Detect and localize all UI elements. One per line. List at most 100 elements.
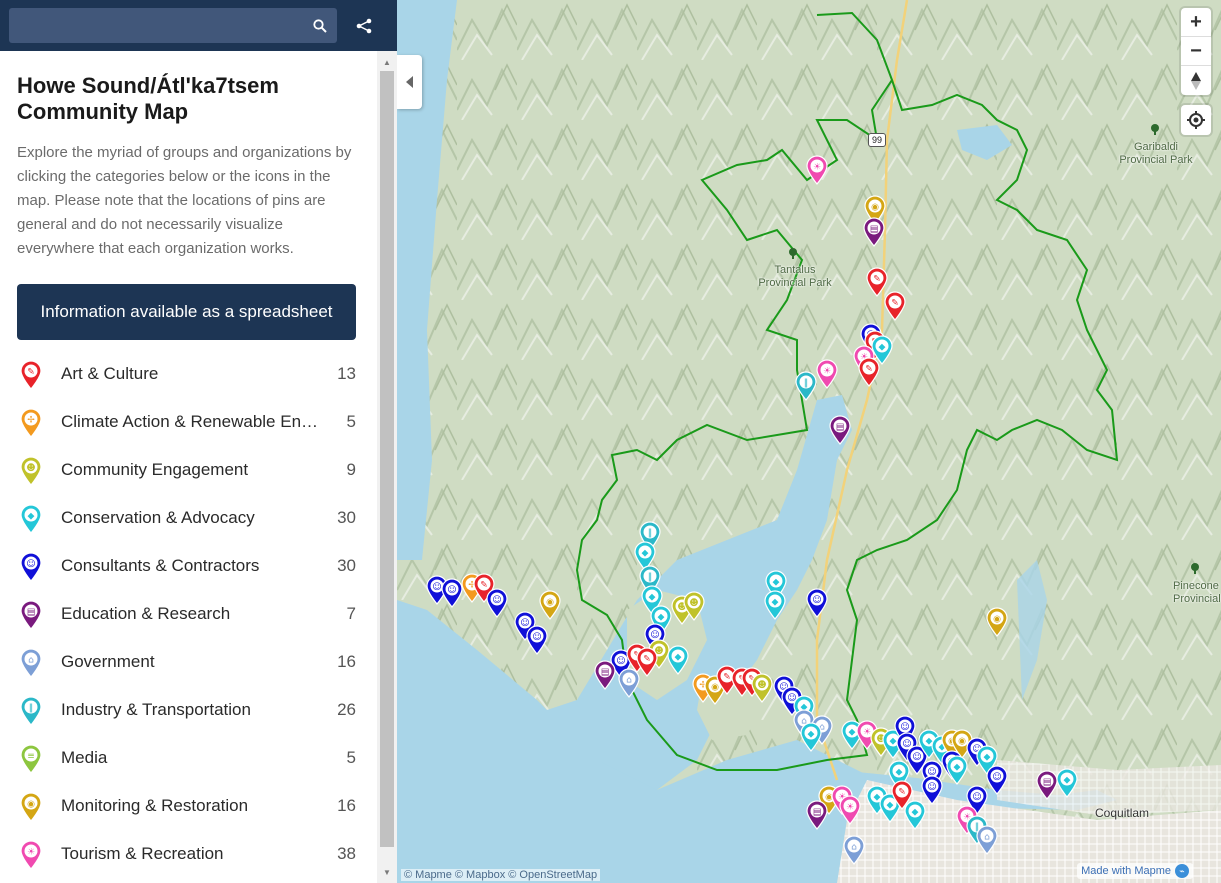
category-label: Monitoring & Restoration [61,796,249,815]
map-pin-sunset[interactable]: ☀ [805,155,829,185]
category-label: Media [61,748,108,767]
map-pin-building[interactable]: ⌂ [617,668,641,698]
map-pin-building[interactable]: ⌂ [975,825,999,855]
map-pin-fish[interactable]: ◆ [799,722,823,752]
svg-text:◉: ◉ [546,598,554,608]
share-button[interactable] [352,14,376,38]
search-input[interactable] [9,17,303,34]
svg-text:▤: ▤ [836,423,845,433]
scrollbar-thumb[interactable] [380,71,394,847]
made-with-mapme-link[interactable]: Made with Mapme ⌁ [1077,863,1193,879]
map-pin-people[interactable]: ☻ [682,591,706,621]
svg-text:✎: ✎ [898,788,906,798]
svg-text:☺: ☺ [992,772,1001,783]
category-list: ✎ Art & Culture 13 ✢ Climate Action & Renewa… [0,350,377,878]
category-item[interactable]: ⌂ Government 16 [0,638,377,686]
category-count: 16 [337,652,356,671]
svg-text:◆: ◆ [642,549,649,559]
svg-text:☀: ☀ [823,367,831,377]
svg-text:◆: ◆ [675,653,682,663]
map-attribution[interactable]: © Mapme © Mapbox © OpenStreetMap [401,869,601,881]
svg-text:✎: ✎ [643,655,651,665]
svg-text:☺: ☺ [927,782,936,793]
map-pin-chat-person[interactable]: ☺ [485,588,509,618]
svg-text:‖: ‖ [648,573,653,583]
map-pin-fish[interactable]: ◆ [1055,768,1079,798]
map-view[interactable]: Tantalus Provincial Park Garibaldi Provi… [397,0,1221,883]
map-pin-chat-person[interactable]: ☺ [920,775,944,805]
svg-text:▤: ▤ [813,808,822,818]
svg-text:▤: ▤ [601,668,610,678]
svg-text:≡: ≡ [27,752,35,762]
category-count: 7 [346,604,356,623]
sidebar: Howe Sound/Átl'ka7tsem Community Map Exp… [0,51,397,883]
svg-text:◆: ◆ [1064,776,1071,786]
category-item[interactable]: ☀ Tourism & Recreation 38 [0,830,377,878]
svg-text:☺: ☺ [900,722,909,733]
map-pin-book[interactable]: ▤ [593,660,617,690]
svg-text:‖: ‖ [29,704,34,714]
scroll-down-arrow-icon[interactable]: ▼ [377,863,397,881]
compass-button[interactable] [1181,66,1211,95]
svg-text:‖: ‖ [648,529,653,539]
category-item[interactable]: ◉ Monitoring & Restoration 16 [0,782,377,830]
svg-text:✢: ✢ [27,416,35,426]
category-item[interactable]: ◆ Conservation & Advocacy 30 [0,494,377,542]
map-description: Explore the myriad of groups and organiz… [17,144,352,257]
map-pin-building[interactable]: ⌂ [842,835,866,865]
category-label: Government [61,652,155,671]
category-item[interactable]: ✢ Climate Action & Renewable Energy 5 [0,398,377,446]
category-item[interactable]: ✎ Art & Culture 13 [0,350,377,398]
map-pin-chat-person[interactable]: ☺ [525,625,549,655]
search-button[interactable] [303,8,337,43]
sunset-icon: ☀ [19,840,43,870]
garibaldi-park-label: Garibaldi Provincial Park [1119,141,1193,166]
category-count: 30 [337,556,356,575]
map-pin-fish[interactable]: ◆ [763,590,787,620]
svg-text:◉: ◉ [993,615,1001,625]
category-item[interactable]: ‖ Industry & Transportation 26 [0,686,377,734]
map-pin-fish[interactable]: ◆ [870,335,894,365]
chat-person-icon: ☺ [19,552,43,582]
svg-text:☺: ☺ [972,792,981,803]
map-pin-fish[interactable]: ◆ [945,755,969,785]
map-pin-monitor[interactable]: ◉ [538,590,562,620]
zoom-out-button[interactable]: − [1181,37,1211,66]
sidebar-scrollbar[interactable]: ▲ ▼ [377,51,397,883]
scroll-up-arrow-icon[interactable]: ▲ [377,53,397,71]
collapse-sidebar-button[interactable] [397,55,422,109]
map-pin-monitor[interactable]: ◉ [985,607,1009,637]
category-item[interactable]: ☺ Consultants & Contractors 30 [0,542,377,590]
svg-text:◆: ◆ [649,593,656,603]
category-item[interactable]: ≡ Media 5 [0,734,377,782]
spreadsheet-button[interactable]: Information available as a spreadsheet [17,284,356,340]
map-pin-sunset[interactable]: ☀ [815,359,839,389]
svg-text:⌂: ⌂ [28,656,34,666]
category-item[interactable]: ☻ Community Engagement 9 [0,446,377,494]
map-pin-book[interactable]: ▤ [862,217,886,247]
map-pin-road[interactable]: ‖ [794,371,818,401]
map-pin-chat-person[interactable]: ☺ [805,588,829,618]
svg-text:◆: ◆ [773,578,780,588]
map-pin-sunset[interactable]: ☀ [838,795,862,825]
svg-text:◆: ◆ [808,730,815,740]
map-pin-book[interactable]: ▤ [828,415,852,445]
svg-text:☺: ☺ [26,559,35,570]
zoom-controls: + − [1181,8,1211,95]
highway-99-shield: 99 [868,133,886,147]
svg-text:⌂: ⌂ [851,843,857,853]
svg-text:◆: ◆ [28,512,35,522]
svg-text:◆: ◆ [984,753,991,763]
map-pin-art[interactable]: ✎ [883,291,907,321]
category-item[interactable]: ▤ Education & Research 7 [0,590,377,638]
map-pin-people[interactable]: ☻ [750,673,774,703]
search-box [9,8,337,43]
svg-text:◉: ◉ [27,800,35,810]
zoom-in-button[interactable]: + [1181,8,1211,37]
locate-button[interactable] [1181,105,1211,135]
map-pin-fish[interactable]: ◆ [666,645,690,675]
map-pin-chat-person[interactable]: ☺ [985,765,1009,795]
svg-text:◉: ◉ [871,203,879,213]
svg-text:◆: ◆ [896,768,903,778]
map-pin-book[interactable]: ▤ [805,800,829,830]
